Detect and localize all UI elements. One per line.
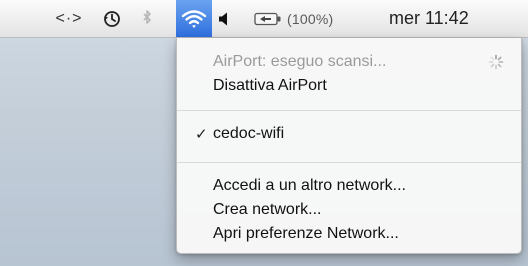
bluetooth-icon[interactable] xyxy=(136,0,158,37)
join-other-network-label: Accedi a un altro network... xyxy=(213,177,406,194)
wifi-icon[interactable] xyxy=(176,0,212,37)
join-other-network-item[interactable]: Accedi a un altro network... xyxy=(177,174,521,198)
volume-icon[interactable] xyxy=(214,0,236,37)
spinner-icon xyxy=(488,54,504,70)
menu-separator xyxy=(177,162,521,163)
clock-datetime[interactable]: mer 11:42 xyxy=(389,0,517,37)
toggle-airport-label: Disattiva AirPort xyxy=(213,77,327,94)
toggle-airport-item[interactable]: Disattiva AirPort xyxy=(177,74,521,98)
time-machine-icon[interactable] xyxy=(99,0,125,37)
menu-separator xyxy=(177,110,521,111)
create-network-label: Crea network... xyxy=(213,201,322,218)
arrows-icon[interactable]: <·> xyxy=(52,0,86,37)
open-network-preferences-item[interactable]: Apri preferenze Network... xyxy=(177,222,521,246)
airport-status-label: AirPort: eseguo scansi... xyxy=(213,53,387,70)
network-name: cedoc-wifi xyxy=(213,125,285,142)
open-network-preferences-label: Apri preferenze Network... xyxy=(213,225,399,242)
airport-menu: AirPort: eseguo scansi... Disattiva AirP… xyxy=(176,38,522,254)
battery-icon xyxy=(254,12,281,25)
menu-bar: <·> (100%) mer 11:42 xyxy=(0,0,528,38)
airport-status: AirPort: eseguo scansi... xyxy=(177,50,521,74)
create-network-item[interactable]: Crea network... xyxy=(177,198,521,222)
battery-percentage: (100%) xyxy=(287,10,334,27)
checkmark-icon: ✓ xyxy=(195,126,208,143)
battery-status[interactable]: (100%) xyxy=(254,0,360,37)
network-item-cedoc-wifi[interactable]: ✓ cedoc-wifi xyxy=(177,122,521,146)
